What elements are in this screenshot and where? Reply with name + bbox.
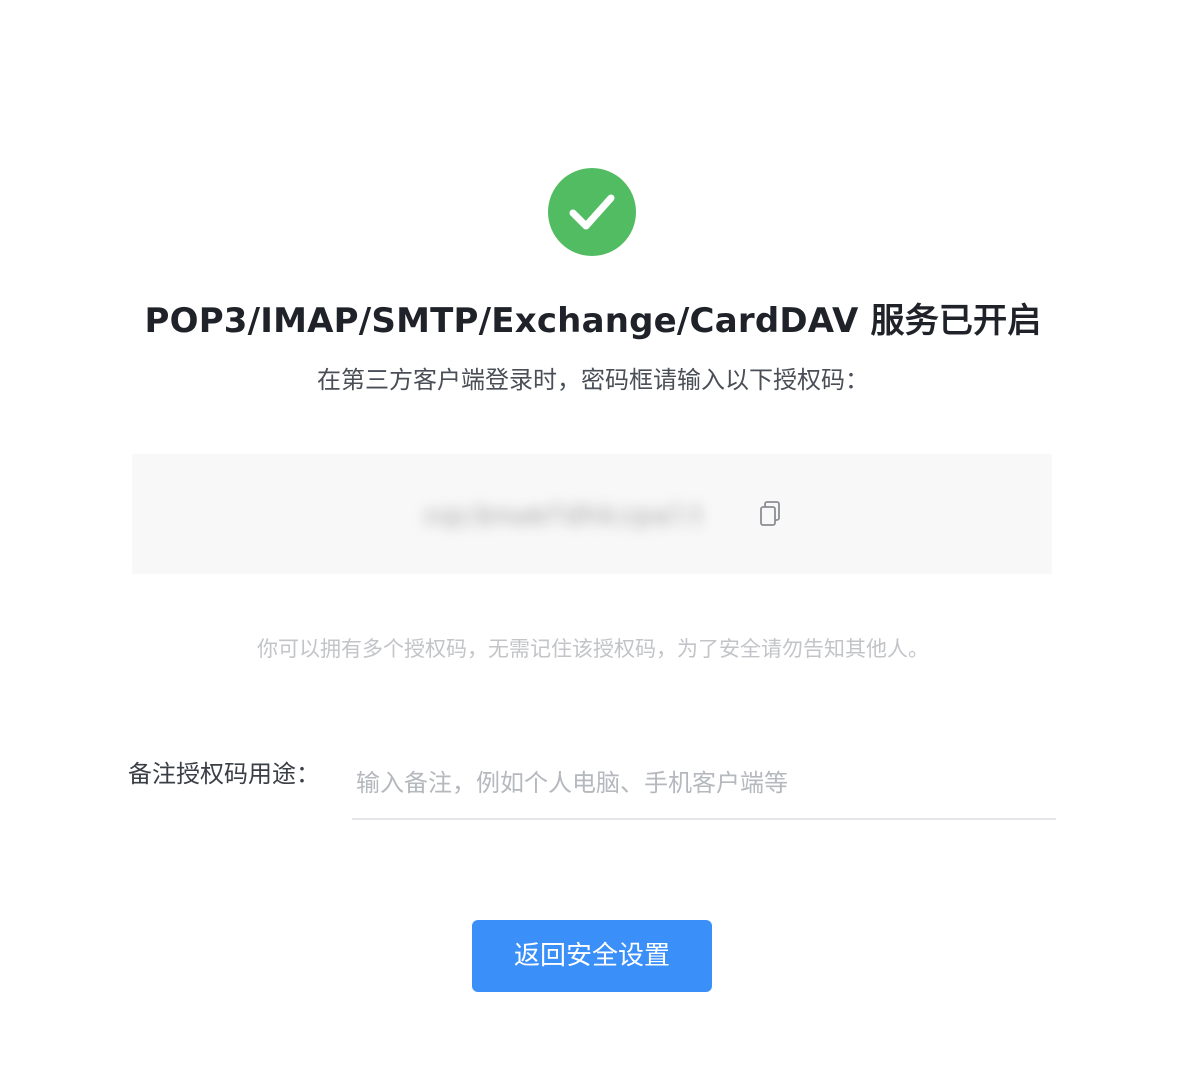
security-hint: 你可以拥有多个授权码，无需记住该授权码，为了安全请勿告知其他人。 — [257, 637, 929, 661]
auth-code-page: POP3/IMAP/SMTP/Exchange/CardDAV 服务已开启 在第… — [0, 0, 1186, 1068]
check-circle-icon — [548, 168, 636, 256]
note-input[interactable] — [352, 748, 1056, 820]
page-title: POP3/IMAP/SMTP/Exchange/CardDAV 服务已开启 — [144, 301, 1042, 341]
note-label: 备注授权码用途： — [128, 760, 320, 788]
check-mark-icon — [569, 194, 615, 230]
auth-code-box: xqcbnwmfdhkzpalt — [132, 454, 1052, 574]
back-to-security-settings-button[interactable]: 返回安全设置 — [472, 920, 712, 992]
copy-icon[interactable] — [758, 500, 782, 528]
auth-code-value[interactable]: xqcbnwmfdhkzpalt — [390, 484, 740, 548]
page-subtitle: 在第三方客户端登录时，密码框请输入以下授权码： — [317, 366, 869, 394]
